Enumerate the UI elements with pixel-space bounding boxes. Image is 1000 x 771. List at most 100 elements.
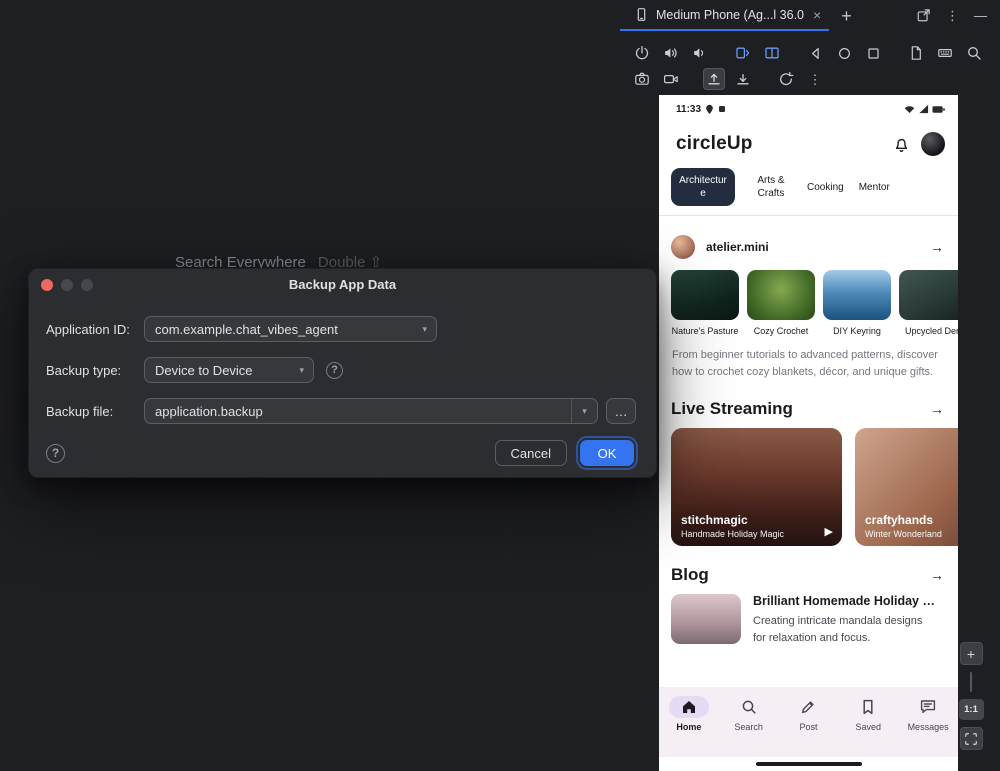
arrow-right-icon[interactable]: →: [930, 567, 944, 583]
live-stream-subtitle: Handmade Holiday Magic: [681, 529, 784, 539]
project-card-label: DIY Keyring: [823, 326, 891, 336]
backup-file-input[interactable]: [145, 399, 571, 423]
more-options-button[interactable]: ⋮: [804, 68, 826, 90]
virtual-keyboard-button[interactable]: [934, 42, 956, 64]
open-in-new-window-icon[interactable]: [916, 8, 931, 23]
volume-up-icon: [663, 45, 679, 61]
power-icon: [634, 45, 650, 61]
upload-icon: [706, 71, 722, 87]
blog-post-title: Brilliant Homemade Holiday …: [753, 594, 938, 608]
backup-file-label: Backup file:: [46, 404, 144, 419]
dialog-help-button[interactable]: ?: [46, 444, 65, 463]
fit-to-window-button[interactable]: [960, 727, 983, 750]
window-controls: [41, 279, 93, 291]
push-file-button[interactable]: [703, 68, 725, 90]
status-time: 11:33: [676, 104, 701, 115]
nav-item-search[interactable]: Search: [719, 687, 779, 757]
backup-type-select[interactable]: Device to Device ▾: [144, 357, 314, 383]
minimize-window-button[interactable]: [61, 279, 73, 291]
reset-icon: [778, 71, 794, 87]
unfold-device-button[interactable]: [761, 42, 783, 64]
backup-file-dropdown-button[interactable]: ▾: [571, 399, 597, 423]
browse-file-button[interactable]: …: [606, 398, 636, 424]
nav-item-post[interactable]: Post: [779, 687, 839, 757]
project-cards-row: Nature's Pasture Cozy Crochet DIY Keyrin…: [671, 270, 958, 336]
cancel-button[interactable]: Cancel: [495, 440, 567, 466]
nav-item-saved[interactable]: Saved: [838, 687, 898, 757]
application-id-select[interactable]: com.example.chat_vibes_agent ▾: [144, 316, 437, 342]
backup-type-help-button[interactable]: ?: [326, 362, 343, 379]
backup-file-combobox[interactable]: ▾: [144, 398, 598, 424]
home-icon: [680, 698, 698, 716]
project-card-image[interactable]: [671, 270, 739, 320]
bell-icon[interactable]: [893, 136, 910, 153]
fold-closed-icon: [735, 45, 751, 61]
reset-device-button[interactable]: [775, 68, 797, 90]
kebab-icon: ⋮: [809, 73, 822, 86]
new-device-tab-button[interactable]: +: [841, 7, 852, 25]
chat-icon: [919, 698, 937, 716]
screenshot-page-button[interactable]: [905, 42, 927, 64]
blog-title: Blog: [671, 565, 709, 585]
ok-button[interactable]: OK: [580, 440, 634, 466]
tab-mentor[interactable]: Mentor: [859, 181, 890, 194]
blog-post-image[interactable]: [671, 594, 741, 644]
zoom-in-button[interactable]: +: [960, 642, 983, 665]
tabs-divider: [659, 215, 958, 216]
zoom-mode-button[interactable]: [963, 42, 985, 64]
live-stream-card[interactable]: stitchmagic Handmade Holiday Magic ▶: [671, 428, 842, 546]
save-file-button[interactable]: [732, 68, 754, 90]
nav-item-messages[interactable]: Messages: [898, 687, 958, 757]
panel-menu-icon[interactable]: ⋮: [946, 9, 959, 22]
arrow-right-icon[interactable]: →: [930, 401, 944, 417]
android-home-button[interactable]: [833, 42, 855, 64]
close-tab-icon[interactable]: ×: [813, 8, 821, 22]
hide-panel-icon[interactable]: —: [974, 9, 987, 22]
device-screen[interactable]: 11:33 circleUp Architecture: [659, 95, 958, 771]
project-card[interactable]: Cozy Crochet: [747, 270, 815, 336]
close-window-button[interactable]: [41, 279, 53, 291]
project-card-image[interactable]: [823, 270, 891, 320]
nav-label: Messages: [908, 722, 949, 732]
live-stream-card[interactable]: craftyhands Winter Wonderland: [855, 428, 958, 546]
profile-avatar[interactable]: [921, 132, 945, 156]
creator-row[interactable]: atelier.mini →: [671, 235, 944, 259]
project-card[interactable]: Nature's Pasture: [671, 270, 739, 336]
blog-post-card[interactable]: Brilliant Homemade Holiday … Creating in…: [671, 594, 946, 647]
blog-post-body: Creating intricate mandala designs for r…: [753, 613, 938, 647]
device-tab-medium-phone[interactable]: Medium Phone (Ag...l 36.0 ×: [620, 0, 829, 31]
fold-device-button[interactable]: [732, 42, 754, 64]
project-card-image[interactable]: [747, 270, 815, 320]
chevron-down-icon: ▾: [422, 325, 427, 334]
tab-architecture[interactable]: Architecture: [671, 168, 735, 206]
volume-up-button[interactable]: [660, 42, 682, 64]
panel-window-controls: ⋮ —: [916, 8, 1000, 23]
project-card[interactable]: DIY Keyring: [823, 270, 891, 336]
android-back-button[interactable]: [804, 42, 826, 64]
live-stream-name: stitchmagic: [681, 513, 784, 527]
zoom-slider[interactable]: [970, 672, 972, 692]
nav-label: Home: [676, 722, 701, 732]
creator-avatar[interactable]: [671, 235, 695, 259]
arrow-right-icon[interactable]: →: [930, 239, 944, 255]
screen-record-button[interactable]: [660, 68, 682, 90]
project-card-image[interactable]: [899, 270, 958, 320]
tab-cooking[interactable]: Cooking: [807, 181, 844, 194]
nav-item-home[interactable]: Home: [659, 687, 719, 757]
backup-type-row: Backup type: Device to Device ▾ ?: [46, 357, 636, 383]
gesture-handle[interactable]: [756, 762, 862, 766]
download-icon: [735, 71, 751, 87]
zoom-ratio-badge[interactable]: 1:1: [959, 699, 984, 720]
category-tabs: Architecture Arts & Crafts Cooking Mento…: [671, 168, 958, 206]
project-card[interactable]: Upcycled Den: [899, 270, 958, 336]
android-overview-button[interactable]: [862, 42, 884, 64]
nav-label: Search: [734, 722, 763, 732]
play-icon[interactable]: ▶: [825, 525, 833, 538]
zoom-window-button[interactable]: [81, 279, 93, 291]
app-header: circleUp: [676, 132, 945, 156]
tab-arts-crafts[interactable]: Arts & Crafts: [750, 174, 792, 200]
take-screenshot-button[interactable]: [631, 68, 653, 90]
live-streaming-header: Live Streaming →: [671, 399, 944, 419]
volume-down-button[interactable]: [689, 42, 711, 64]
power-button[interactable]: [631, 42, 653, 64]
